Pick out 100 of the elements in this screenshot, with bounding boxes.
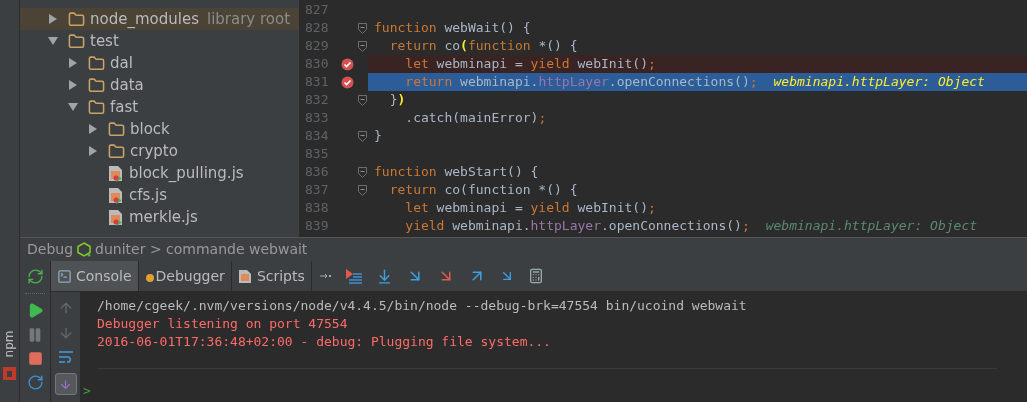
- line-number: 839: [304, 217, 330, 236]
- code-token: co(function *() {: [443, 181, 578, 200]
- code-token: return: [404, 73, 453, 92]
- debug-tab[interactable]: Console: [51, 261, 139, 291]
- tree-item-label[interactable]: block_pulling.js: [129, 161, 244, 185]
- nodejs-icon: [77, 242, 92, 257]
- js-test-file-icon: [108, 208, 124, 226]
- pause-icon[interactable]: [27, 327, 43, 343]
- fold-marker-icon[interactable]: [357, 40, 367, 52]
- panel-title: Debug: [27, 240, 74, 259]
- code-token: function: [374, 163, 437, 182]
- rerun-icon[interactable]: [26, 268, 44, 285]
- code-token: .catch(mainError): [404, 109, 539, 128]
- code-token: (: [460, 37, 468, 56]
- fold-marker-icon[interactable]: [357, 130, 367, 142]
- library-row-highlight[interactable]: node_modules library root: [20, 8, 299, 30]
- code-token: webStart() {: [443, 163, 539, 182]
- code-token: .openConnections(): [608, 73, 750, 92]
- code-token: function: [467, 37, 531, 56]
- code-token: webInit(): [576, 199, 648, 218]
- fold-marker-icon[interactable]: [357, 184, 367, 196]
- folder-icon: [88, 76, 105, 94]
- inline-debug-value: webminapi.httpLayer: Object: [765, 217, 978, 236]
- folder-icon: [68, 10, 85, 28]
- line-number: 833: [304, 109, 330, 128]
- tree-item-label[interactable]: block: [130, 117, 170, 141]
- line-number: 829: [304, 37, 330, 56]
- folder-icon: [68, 32, 85, 50]
- code-token: }: [374, 127, 382, 146]
- tree-item-label[interactable]: merkle.js: [129, 205, 198, 229]
- soft-wrap-icon[interactable]: [57, 350, 74, 364]
- line-number: 838: [304, 199, 330, 218]
- code-token: let: [404, 199, 429, 218]
- code-token: webminapi =: [435, 199, 524, 218]
- collapsed-arrow-icon[interactable]: [69, 80, 77, 90]
- scroll-to-end-icon[interactable]: [54, 373, 77, 395]
- line-number: 832: [304, 91, 330, 110]
- tree-item-label[interactable]: fast: [110, 95, 139, 119]
- stop-icon[interactable]: [27, 351, 43, 366]
- line-number: 835: [304, 145, 330, 164]
- line-number: 828: [304, 19, 330, 38]
- code-token: let: [404, 55, 429, 74]
- code-token: httpLayer: [530, 217, 601, 236]
- line-number: 836: [304, 163, 330, 182]
- breakpoint-icon[interactable]: [340, 75, 354, 89]
- npm-icon: [3, 367, 16, 380]
- tree-item-label[interactable]: data: [110, 73, 144, 97]
- code-token: ): [397, 91, 406, 110]
- code-token: return: [388, 37, 437, 56]
- code-token: webWait() {: [443, 19, 531, 38]
- tree-item-label[interactable]: crypto: [130, 139, 178, 163]
- tree-item-label[interactable]: cfs.js: [129, 183, 168, 207]
- code-token: co: [443, 37, 461, 56]
- code-token: yield: [530, 199, 570, 218]
- folder-icon: [108, 120, 125, 138]
- fold-marker-icon[interactable]: [357, 22, 367, 34]
- js-file-icon: [237, 268, 252, 284]
- js-test-file-icon: [108, 186, 124, 204]
- console-prompt: >: [83, 383, 91, 399]
- console-output-line: 2016-06-01T17:36:48+02:00 - debug: Plugging file system...: [97, 333, 552, 350]
- debug-tab[interactable]: Scripts: [231, 261, 312, 291]
- js-test-file-icon: [108, 164, 124, 182]
- code-token: return: [388, 181, 437, 200]
- show-execution-point-icon[interactable]: [344, 268, 363, 284]
- inline-debug-value: webminapi.httpLayer: Object: [773, 73, 985, 92]
- folder-icon: [108, 142, 125, 160]
- npm-tool-tab[interactable]: npm: [0, 330, 19, 358]
- expanded-arrow-icon[interactable]: [68, 103, 78, 111]
- code-token: webminapi.: [451, 217, 531, 236]
- tree-item-label[interactable]: dal: [110, 51, 133, 75]
- fold-marker-icon[interactable]: [357, 166, 367, 178]
- console-output-line: Debugger listening on port 47554: [97, 315, 349, 332]
- code-token: }: [388, 91, 398, 110]
- fold-marker-icon[interactable]: [357, 94, 367, 106]
- code-token: webminapi =: [435, 55, 524, 74]
- restart-icon[interactable]: [26, 374, 44, 391]
- tree-item-label[interactable]: test: [90, 29, 119, 53]
- code-token: ;: [741, 217, 750, 236]
- folder-icon: [88, 98, 105, 116]
- breakpoint-icon[interactable]: [340, 57, 354, 71]
- console-icon: [57, 268, 72, 284]
- expanded-arrow-icon[interactable]: [48, 37, 58, 45]
- evaluate-expression-icon[interactable]: [527, 268, 544, 284]
- line-number: 830: [304, 55, 330, 74]
- collapsed-arrow-icon[interactable]: [49, 14, 57, 24]
- code-token: *() {: [537, 37, 578, 56]
- library-root-note: library root: [206, 8, 291, 30]
- line-number: 827: [304, 1, 330, 20]
- line-number: 831: [304, 73, 330, 92]
- code-token: yield: [530, 55, 570, 74]
- code-token: .openConnections(): [601, 217, 742, 236]
- collapsed-arrow-icon[interactable]: [89, 146, 97, 156]
- code-token: function: [374, 19, 437, 38]
- console-output-line: /home/cgeek/.nvm/versions/node/v4.4.5/bin/node --debug-brk=47554 bin/ucoind webwait: [97, 297, 748, 314]
- collapsed-arrow-icon[interactable]: [89, 124, 97, 134]
- debug-tab[interactable]: Debugger: [138, 261, 232, 291]
- pin-icon[interactable]: [319, 272, 332, 280]
- run-configuration-label[interactable]: duniter > commande webwait: [95, 239, 308, 260]
- tree-item-label[interactable]: node_modules: [90, 7, 199, 31]
- collapsed-arrow-icon[interactable]: [69, 58, 77, 68]
